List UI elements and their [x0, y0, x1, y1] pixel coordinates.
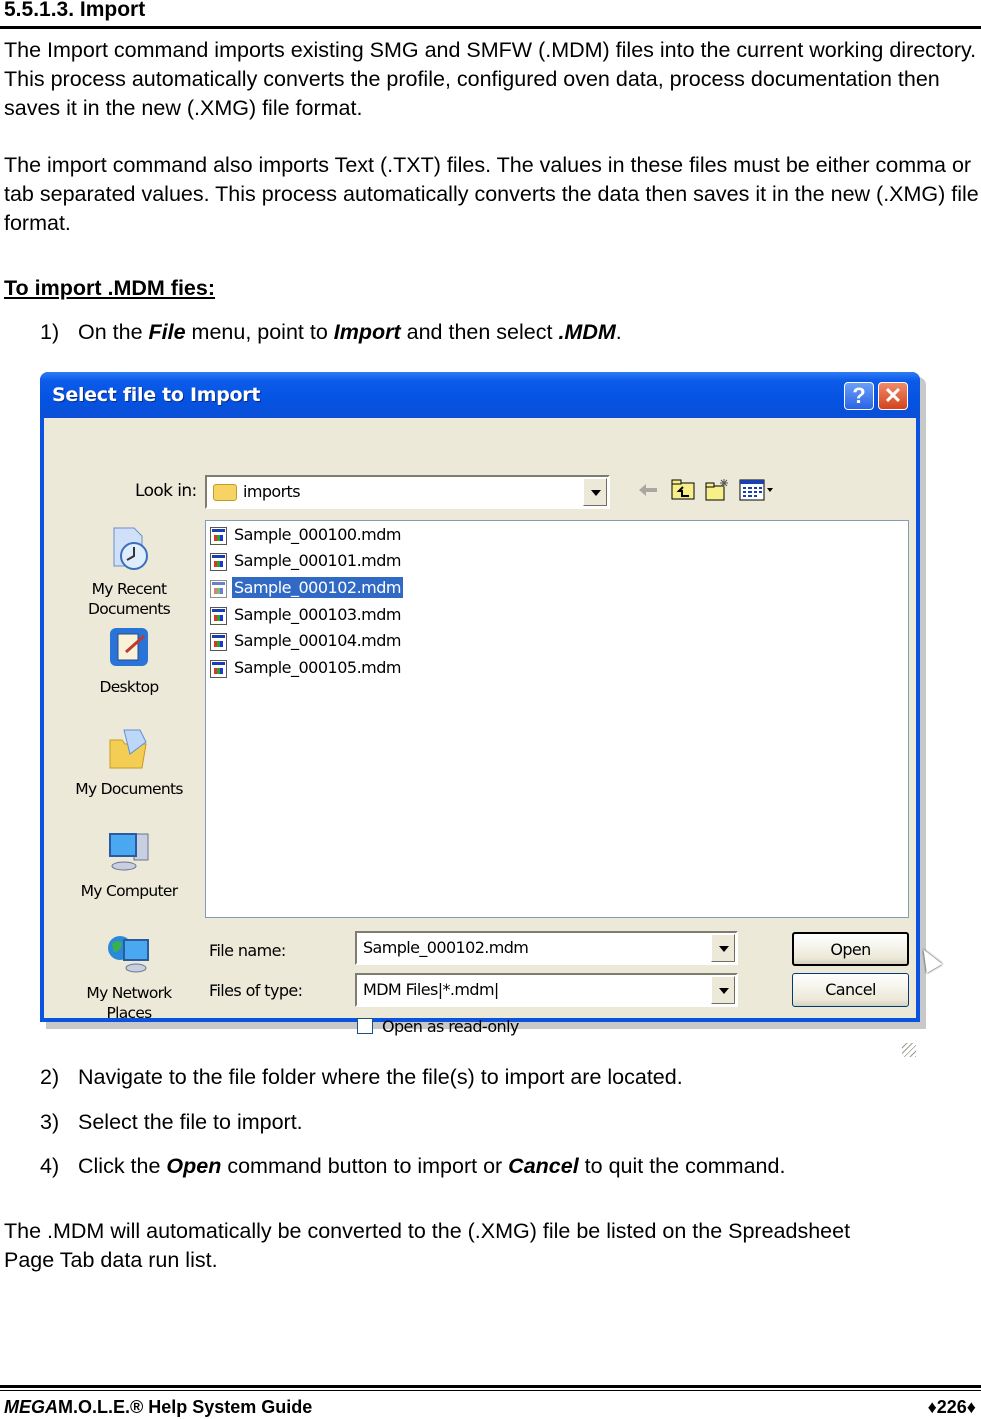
section-title: 5.5.1.3. Import	[4, 0, 146, 21]
dialog-titlebar[interactable]: Select file to Import ? ✕	[40, 372, 920, 418]
up-folder-icon[interactable]	[670, 478, 696, 502]
look-in-dropdown[interactable]: imports	[205, 475, 610, 509]
chevron-down-icon[interactable]	[711, 934, 735, 962]
file-item[interactable]: Sample_000103.mdm	[210, 605, 403, 629]
file-name-input[interactable]: Sample_000102.mdm	[355, 931, 738, 965]
open-button[interactable]: Open	[792, 932, 909, 966]
place-desktop[interactable]: Desktop	[64, 624, 194, 697]
look-in-value: imports	[243, 482, 301, 501]
file-item[interactable]: Sample_000104.mdm	[210, 631, 403, 655]
dialog-body: Look in: imports My Recent Documents Des…	[44, 418, 943, 1057]
mdm-file-icon	[210, 552, 227, 571]
recent-documents-icon	[113, 527, 148, 570]
mdm-ref: .MDM	[558, 320, 616, 344]
mdm-file-icon	[210, 632, 227, 651]
look-in-label: Look in:	[135, 481, 197, 501]
file-name-value: Sample_000102.mdm	[363, 938, 529, 957]
new-folder-icon[interactable]	[704, 478, 730, 502]
resize-grip[interactable]	[902, 1043, 916, 1057]
desktop-icon	[110, 628, 148, 666]
place-my-network-places[interactable]: My Network Places	[64, 930, 194, 1023]
file-type-dropdown[interactable]: MDM Files|*.mdm|	[355, 973, 738, 1007]
step-1: 1) On the File menu, point to Import and …	[40, 320, 622, 344]
step-3: 3) Select the file to import.	[40, 1110, 303, 1134]
intro-paragraph: The Import command imports existing SMG …	[4, 38, 977, 120]
chevron-down-icon[interactable]	[583, 478, 607, 506]
read-only-checkbox[interactable]	[357, 1018, 373, 1034]
my-network-places-icon	[108, 936, 149, 973]
select-file-dialog: Select file to Import ? ✕ Look in: impor…	[40, 372, 943, 1057]
open-ref: Open	[166, 1154, 222, 1178]
file-item[interactable]: Sample_000101.mdm	[210, 551, 403, 575]
help-button[interactable]: ?	[844, 382, 874, 410]
my-computer-icon	[109, 833, 149, 871]
chevron-down-icon[interactable]	[711, 976, 735, 1004]
file-item[interactable]: Sample_000105.mdm	[210, 658, 403, 682]
mdm-file-icon	[210, 526, 227, 545]
close-button[interactable]: ✕	[878, 382, 908, 410]
step-4: 4) Click the Open command button to impor…	[40, 1154, 786, 1178]
title-divider	[0, 26, 981, 29]
read-only-label[interactable]: Open as read-only	[382, 1017, 519, 1036]
step-2: 2) Navigate to the file folder where the …	[40, 1065, 683, 1089]
back-arrow-icon[interactable]	[635, 478, 661, 502]
my-documents-icon	[109, 729, 147, 769]
file-type-value: MDM Files|*.mdm|	[363, 980, 499, 999]
closing-paragraph: The .MDM will automatically be converted…	[4, 1219, 851, 1272]
procedure-subheading: To import .MDM fies:	[4, 276, 216, 300]
import-ref: Import	[333, 320, 401, 344]
folder-icon	[213, 484, 237, 501]
file-type-label: Files of type:	[209, 981, 303, 1000]
mdm-file-icon	[210, 579, 227, 598]
page-number: ♦226♦	[927, 1397, 976, 1417]
text-import-paragraph: The import command also imports Text (.T…	[4, 153, 979, 235]
footer-guide-title: MEGAM.O.L.E.® Help System Guide	[4, 1397, 313, 1417]
place-my-computer[interactable]: My Computer	[64, 828, 194, 901]
place-my-documents[interactable]: My Documents	[64, 726, 194, 799]
file-name-label: File name:	[209, 941, 286, 960]
file-item-selected[interactable]: Sample_000102.mdm	[210, 577, 403, 602]
cancel-ref: Cancel	[508, 1154, 579, 1178]
place-my-recent-documents[interactable]: My Recent Documents	[64, 526, 194, 619]
file-list[interactable]: Sample_000100.mdm Sample_000101.mdm Samp…	[205, 520, 909, 918]
dialog-title: Select file to Import	[52, 384, 261, 406]
file-menu-ref: File	[148, 320, 186, 344]
file-item[interactable]: Sample_000100.mdm	[210, 525, 403, 549]
mdm-file-icon	[210, 659, 227, 678]
footer-rule	[0, 1385, 981, 1388]
view-menu-icon[interactable]	[738, 478, 778, 502]
footer-rule-thin	[0, 1390, 981, 1391]
mdm-file-icon	[210, 606, 227, 625]
cancel-button[interactable]: Cancel	[792, 973, 909, 1007]
mouse-cursor-icon	[915, 944, 943, 974]
